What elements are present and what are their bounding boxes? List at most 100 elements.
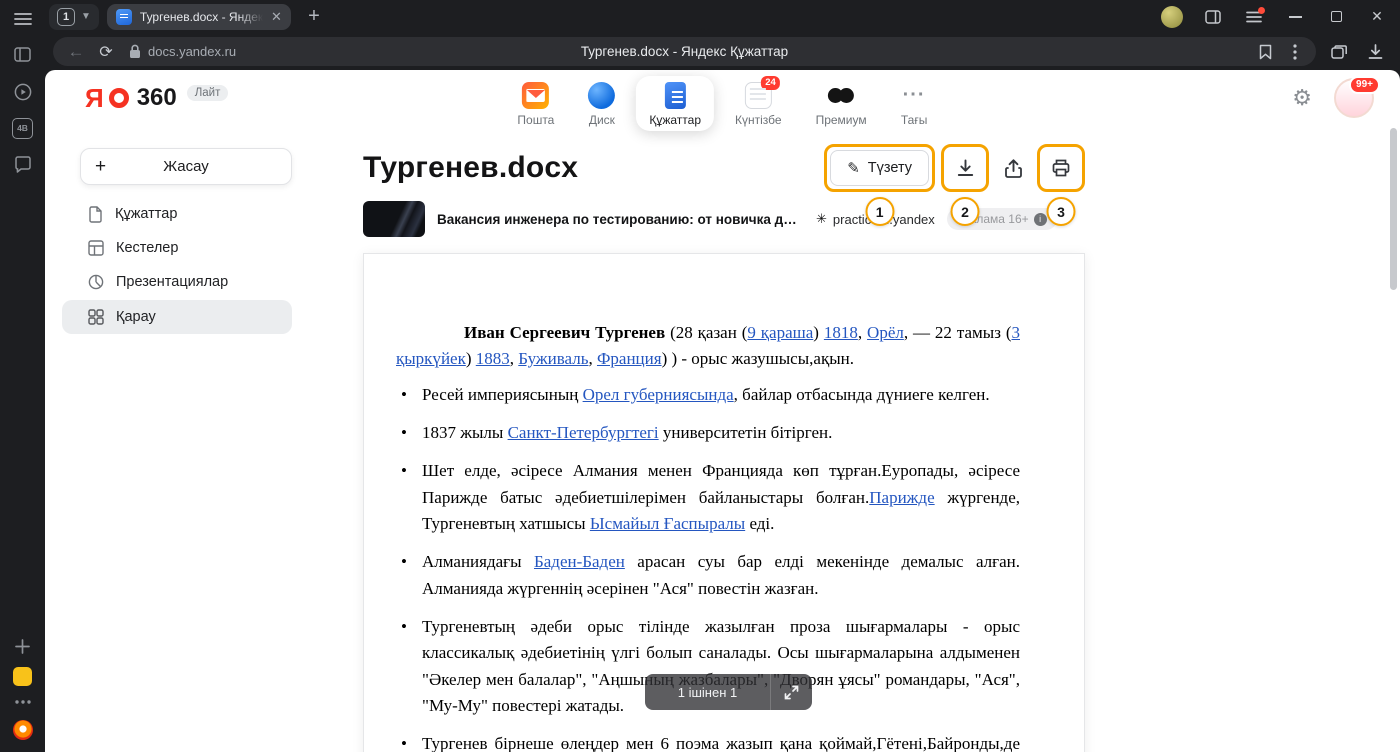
presentation-icon <box>88 274 104 290</box>
print-button[interactable] <box>1043 150 1079 186</box>
page-title: Тургенев.docx - Яндекс Құжаттар <box>581 44 788 59</box>
doc-link[interactable]: 9 қараша <box>747 323 813 342</box>
doc-link[interactable]: Орел губерниясында <box>583 385 734 404</box>
nav-calendar[interactable]: 24 Күнтізбе <box>722 76 795 131</box>
window-close-button[interactable]: ✕ <box>1366 6 1388 28</box>
doc-link[interactable]: Парижде <box>869 488 934 507</box>
tab-group-selector[interactable]: 1 ▼ <box>49 4 99 30</box>
annotation-box-1: ✎ Түзету 1 <box>824 144 935 192</box>
info-icon[interactable]: i <box>1034 213 1047 226</box>
bullet-icon: • <box>401 549 407 575</box>
share-icon <box>1005 159 1022 178</box>
scrollbar[interactable] <box>1390 128 1397 290</box>
bullet-icon: • <box>401 614 407 640</box>
fullscreen-button[interactable] <box>770 674 812 710</box>
nav-documents[interactable]: Құжаттар <box>636 76 714 131</box>
yandex-browser-logo-icon[interactable] <box>0 716 45 744</box>
tabs-sync-icon[interactable] <box>1322 37 1356 66</box>
doc-link[interactable]: 1818 <box>824 323 858 342</box>
doc-link[interactable]: Баден-Баден <box>534 552 625 571</box>
notifications-badge: 99+ <box>1349 76 1380 94</box>
yandex-services-icon[interactable] <box>0 662 45 690</box>
share-button[interactable] <box>995 150 1031 186</box>
practicum-logo-icon: ✳ <box>816 211 827 227</box>
annotation-box-2: 2 <box>941 144 989 192</box>
create-button[interactable]: + Жасау <box>80 148 292 185</box>
nav-disk[interactable]: Диск <box>575 76 628 131</box>
tab-close-icon[interactable]: ✕ <box>271 9 282 25</box>
doc-link[interactable]: Буживаль <box>518 349 588 368</box>
disk-icon <box>588 82 615 109</box>
panels-icon[interactable] <box>0 40 45 68</box>
ad-headline[interactable]: Вакансия инженера по тестированию: от но… <box>437 212 802 227</box>
sidebar-more-icon[interactable] <box>0 688 45 716</box>
services-nav: Пошта Диск Құжаттар 24 Күнтізбе <box>504 76 940 131</box>
tab-panels-icon[interactable] <box>1202 6 1224 28</box>
nav-more[interactable]: ··· Тағы <box>888 76 941 131</box>
sidebar-item-presentations[interactable]: Презентациялар <box>62 266 292 298</box>
annotation-number-2: 2 <box>951 197 980 226</box>
sidebar-item-tables[interactable]: Кестелер <box>62 232 292 264</box>
extension-4b-icon[interactable]: 4B <box>0 114 45 142</box>
window-maximize-button[interactable] <box>1325 6 1347 28</box>
document-title: Тургенев.docx <box>363 151 578 185</box>
doc-link[interactable]: Ысмайыл Ғаспыралы <box>590 514 745 533</box>
doc-bullet-item: •Ресей империясының Орел губерниясында, … <box>396 382 1020 408</box>
browser-profile-avatar[interactable] <box>1161 6 1183 28</box>
doc-bullet-item: •Алманиядағы Баден-Баден арасан суы бар … <box>396 549 1020 602</box>
tab-turgenev[interactable]: Тургенев.docx - Яндек ✕ <box>107 4 291 30</box>
annotation-box-3: 3 <box>1037 144 1085 192</box>
doc-link[interactable]: 1883 <box>476 349 510 368</box>
nav-mail[interactable]: Пошта <box>504 76 567 131</box>
sidebar-add-icon[interactable] <box>0 632 45 660</box>
premium-icon <box>828 82 855 109</box>
site-identity[interactable]: docs.yandex.ru <box>129 44 236 59</box>
reload-icon[interactable]: ⟳ <box>91 40 121 64</box>
app-header: Я 360 Лайт Пошта Диск Құжаттар <box>45 70 1400 126</box>
ad-thumbnail[interactable] <box>363 201 425 237</box>
doc-paragraph: Иван Сергеевич Тургенев (28 қазан (9 қар… <box>396 320 1020 373</box>
browser-toolbar: ← ⟳ docs.yandex.ru Тургенев.docx - Яндек… <box>45 33 1400 70</box>
chat-icon[interactable] <box>0 150 45 178</box>
bullet-icon: • <box>401 731 407 752</box>
doc-link[interactable]: Санкт-Петербургтегі <box>508 423 659 442</box>
expand-icon <box>784 685 799 700</box>
bullet-icon: • <box>401 420 407 446</box>
mail-icon <box>522 82 549 109</box>
bullet-icon: • <box>401 458 407 484</box>
hamburger-menu-icon[interactable] <box>0 5 45 33</box>
profile-avatar[interactable]: 99+ <box>1334 78 1374 118</box>
download-button[interactable] <box>947 150 983 186</box>
page-indicator: 1 ішінен 1 <box>645 674 812 710</box>
video-icon[interactable] <box>0 78 45 106</box>
document-actions: ✎ Түзету 1 2 <box>824 144 1085 192</box>
nav-premium[interactable]: Премиум <box>803 76 880 131</box>
browser-sidebar: 4B <box>0 0 45 752</box>
gear-icon[interactable]: ⚙ <box>1292 85 1312 111</box>
doc-bullet-item: •Тургенев бірнеше өлеңдер мен 6 поэма жа… <box>396 731 1020 752</box>
logo-ya-letter: Я <box>85 83 103 114</box>
new-tab-button[interactable]: + <box>301 4 327 30</box>
calendar-icon: 24 <box>745 82 772 109</box>
notification-dot <box>1258 7 1265 14</box>
sidebar-item-documents[interactable]: Құжаттар <box>62 198 292 230</box>
doc-link[interactable]: Франция <box>597 349 662 368</box>
bookmark-icon[interactable] <box>1250 40 1280 64</box>
documents-icon <box>662 82 689 109</box>
more-vertical-icon[interactable] <box>1280 40 1310 64</box>
logo-lite-badge: Лайт <box>187 85 229 101</box>
yandex-360-logo[interactable]: Я 360 Лайт <box>85 83 228 114</box>
back-icon[interactable]: ← <box>61 40 91 64</box>
browser-window: 4B 1 ▼ Тургенев.docx - Яндек ✕ + <box>0 0 1400 752</box>
document-icon <box>88 206 103 223</box>
grid-icon <box>88 309 104 325</box>
sidebar-item-view[interactable]: Қарау <box>62 300 292 334</box>
downloads-icon[interactable] <box>1358 37 1392 66</box>
browser-menu-icon[interactable] <box>1243 6 1265 28</box>
edit-button[interactable]: ✎ Түзету <box>830 150 929 186</box>
doc-link[interactable]: Орёл <box>867 323 904 342</box>
window-minimize-button[interactable] <box>1284 6 1306 28</box>
annotation-number-1: 1 <box>865 197 894 226</box>
address-bar[interactable]: ← ⟳ docs.yandex.ru Тургенев.docx - Яндек… <box>53 37 1316 66</box>
doc-bullet-item: •Шет елде, әсіресе Алмания менен Франция… <box>396 458 1020 537</box>
